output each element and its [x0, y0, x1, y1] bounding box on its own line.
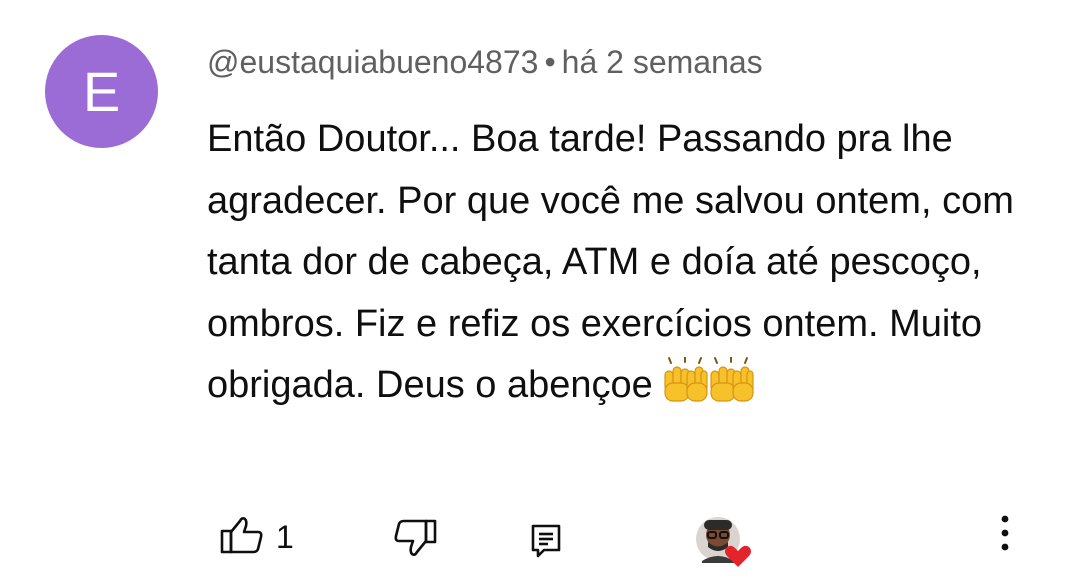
thumbs-down-icon	[393, 519, 437, 564]
like-count: 1	[276, 519, 294, 555]
more-options-button[interactable]	[998, 513, 1012, 558]
reply-button[interactable]	[530, 523, 562, 564]
reply-icon	[530, 523, 562, 564]
creator-heart-badge[interactable]	[694, 515, 752, 569]
comment-actions: 1	[0, 505, 1079, 567]
dislike-button[interactable]	[393, 519, 437, 564]
comment-timestamp[interactable]: há 2 semanas	[562, 44, 763, 80]
comment-meta: @eustaquiabueno4873 • há 2 semanas	[207, 44, 763, 81]
more-vertical-icon	[998, 513, 1012, 558]
meta-separator: •	[544, 44, 556, 80]
creator-heart-icon	[694, 517, 752, 573]
thumbs-up-icon	[220, 515, 264, 560]
raised-hands-emoji	[661, 356, 757, 423]
like-button[interactable]: 1	[220, 515, 294, 560]
comment-body: Então Doutor... Boa tarde! Passando pra …	[207, 109, 1027, 423]
comment-avatar[interactable]: E	[45, 35, 158, 148]
comment-text: Então Doutor... Boa tarde! Passando pra …	[207, 118, 1014, 406]
comment-author[interactable]: @eustaquiabueno4873	[207, 44, 538, 80]
avatar-letter: E	[82, 60, 121, 123]
